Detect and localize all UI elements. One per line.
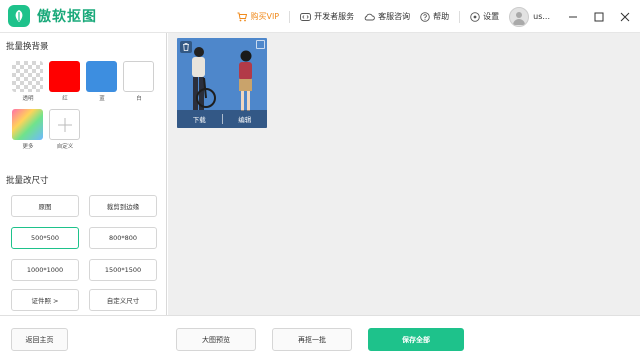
- settings-button[interactable]: 设置: [470, 11, 499, 22]
- cloud-icon: [364, 13, 375, 20]
- custom-swatch: [49, 109, 80, 140]
- app-logo-icon: [8, 5, 30, 27]
- more-colors-swatch: [12, 109, 43, 140]
- swatch-label: 白: [136, 96, 142, 102]
- developer-icon: [300, 12, 312, 21]
- plus-icon: [57, 117, 72, 132]
- size-id-photo-button[interactable]: 证件照 >: [11, 289, 79, 311]
- close-icon: [620, 12, 630, 21]
- red-swatch: [49, 61, 80, 92]
- expand-icon[interactable]: [256, 40, 265, 49]
- bg-option-red[interactable]: 红: [49, 61, 81, 102]
- thumbnail-action-bar: 下载 编辑: [177, 110, 267, 128]
- size-crop-edge-button[interactable]: 裁剪到边缘: [89, 195, 157, 217]
- buy-vip-label: 购买VIP: [250, 12, 280, 21]
- maximize-icon: [594, 12, 604, 21]
- transparent-swatch: [12, 61, 43, 92]
- app-window: 傲软抠图 购买VIP 开发者服务 客服咨询 帮助 设置 us... 批量换背景 …: [0, 0, 640, 362]
- bg-option-blue[interactable]: 蓝: [86, 61, 118, 102]
- help-button[interactable]: 帮助: [420, 11, 449, 22]
- size-500-button[interactable]: 500*500: [11, 227, 79, 249]
- white-swatch: [123, 61, 154, 92]
- developer-service-button[interactable]: 开发者服务: [300, 11, 354, 22]
- image-thumbnail[interactable]: 下载 编辑: [177, 38, 267, 128]
- titlebar-divider: [459, 10, 461, 23]
- help-icon: [420, 11, 430, 22]
- save-all-button[interactable]: 保存全部: [368, 328, 464, 351]
- username[interactable]: us...: [533, 12, 550, 21]
- titlebar-actions: 购买VIP 开发者服务 客服咨询 帮助 设置 us...: [237, 0, 640, 33]
- buy-vip-button[interactable]: 购买VIP: [237, 11, 279, 22]
- minimize-button[interactable]: [562, 0, 584, 33]
- bg-option-more[interactable]: 更多: [12, 109, 44, 150]
- delete-icon[interactable]: [180, 41, 192, 53]
- cutout-another-batch-button[interactable]: 再抠一批: [272, 328, 352, 351]
- titlebar-divider: [289, 10, 291, 23]
- swatch-label: 自定义: [56, 144, 74, 150]
- image-canvas: 下载 编辑: [168, 33, 640, 315]
- swatch-label: 更多: [22, 144, 34, 150]
- help-label: 帮助: [433, 12, 450, 21]
- swatch-label: 蓝: [99, 96, 105, 102]
- maximize-button[interactable]: [588, 0, 610, 33]
- app-title: 傲软抠图: [37, 9, 97, 25]
- user-icon: [513, 11, 526, 25]
- size-custom-button[interactable]: 自定义尺寸: [89, 289, 157, 311]
- blue-swatch: [86, 61, 117, 92]
- sidebar: 批量换背景 透明 红 蓝 白 更多 自定义 批量改尺寸 原图 裁剪到边缘 500…: [0, 33, 167, 315]
- size-1000-button[interactable]: 1000*1000: [11, 259, 79, 281]
- developer-service-label: 开发者服务: [314, 12, 355, 21]
- size-800-button[interactable]: 800*800: [89, 227, 157, 249]
- bg-section-title: 批量换背景: [6, 42, 49, 52]
- user-avatar[interactable]: [509, 6, 530, 27]
- download-button[interactable]: 下载: [177, 114, 222, 124]
- title-bar: 傲软抠图 购买VIP 开发者服务 客服咨询 帮助 设置 us...: [0, 0, 640, 33]
- bg-option-white[interactable]: 白: [123, 61, 155, 102]
- settings-icon: [470, 11, 480, 22]
- size-1500-button[interactable]: 1500*1500: [89, 259, 157, 281]
- swatch-label: 透明: [22, 96, 34, 102]
- bg-option-custom[interactable]: 自定义: [49, 109, 81, 150]
- customer-support-label: 客服咨询: [378, 12, 411, 21]
- close-button[interactable]: [614, 0, 636, 33]
- settings-label: 设置: [483, 12, 500, 21]
- large-preview-button[interactable]: 大图预览: [176, 328, 256, 351]
- swatch-label: 红: [62, 96, 68, 102]
- edit-button[interactable]: 编辑: [223, 114, 268, 124]
- back-home-button[interactable]: 返回主页: [11, 328, 68, 351]
- bg-option-transparent[interactable]: 透明: [12, 61, 44, 102]
- cart-icon: [237, 12, 248, 21]
- customer-support-button[interactable]: 客服咨询: [364, 11, 410, 22]
- size-original-button[interactable]: 原图: [11, 195, 79, 217]
- size-section-title: 批量改尺寸: [6, 176, 49, 186]
- footer-bar: 返回主页 大图预览 再抠一批 保存全部: [0, 315, 640, 362]
- minimize-icon: [569, 16, 577, 17]
